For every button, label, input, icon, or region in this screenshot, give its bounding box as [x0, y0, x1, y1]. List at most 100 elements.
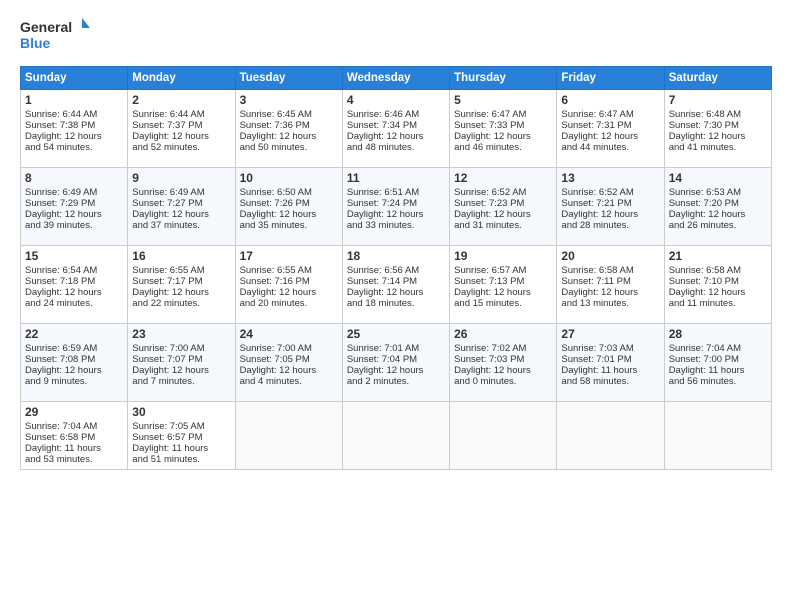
- day-number: 30: [132, 405, 230, 419]
- cell-text: Sunset: 7:01 PM: [561, 354, 631, 365]
- cell-text: Sunrise: 7:00 AM: [132, 343, 204, 354]
- cell-text: Daylight: 12 hours: [347, 287, 424, 298]
- day-number: 21: [669, 249, 767, 263]
- cell-text: Sunset: 7:00 PM: [669, 354, 739, 365]
- table-cell: 19Sunrise: 6:57 AMSunset: 7:13 PMDayligh…: [450, 246, 557, 324]
- cell-text: and 9 minutes.: [25, 376, 87, 387]
- svg-text:Blue: Blue: [20, 35, 51, 51]
- cell-text: Sunset: 7:31 PM: [561, 120, 631, 131]
- cell-text: Daylight: 12 hours: [561, 131, 638, 142]
- table-cell: 28 Sunrise: 7:04 AMSunset: 7:00 PMDayligh…: [664, 324, 771, 402]
- table-cell: 10Sunrise: 6:50 AMSunset: 7:26 PMDayligh…: [235, 168, 342, 246]
- cell-text: Daylight: 12 hours: [240, 365, 317, 376]
- table-cell: [450, 402, 557, 470]
- day-number: 23: [132, 327, 230, 341]
- col-sunday: Sunday: [21, 67, 128, 90]
- table-cell: [557, 402, 664, 470]
- cell-text: Daylight: 11 hours: [561, 365, 637, 376]
- table-cell: 30Sunrise: 7:05 AMSunset: 6:57 PMDayligh…: [128, 402, 235, 470]
- table-cell: 16Sunrise: 6:55 AMSunset: 7:17 PMDayligh…: [128, 246, 235, 324]
- cell-text: Sunset: 6:58 PM: [25, 432, 95, 443]
- calendar-table: Sunday Monday Tuesday Wednesday Thursday…: [20, 66, 772, 470]
- day-number: 13: [561, 171, 659, 185]
- svg-text:General: General: [20, 19, 72, 35]
- calendar-page: General Blue Sunday Monday Tuesday Wedne…: [0, 0, 792, 612]
- table-cell: 22Sunrise: 6:59 AMSunset: 7:08 PMDayligh…: [21, 324, 128, 402]
- cell-text: Sunset: 7:13 PM: [454, 276, 524, 287]
- table-cell: 27Sunrise: 7:03 AMSunset: 7:01 PMDayligh…: [557, 324, 664, 402]
- day-number: 19: [454, 249, 552, 263]
- cell-text: Daylight: 12 hours: [561, 287, 638, 298]
- day-number: 22: [25, 327, 123, 341]
- cell-text: Sunset: 7:10 PM: [669, 276, 739, 287]
- cell-text: Sunrise: 6:44 AM: [25, 109, 97, 120]
- cell-text: Daylight: 12 hours: [561, 209, 638, 220]
- cell-text: Sunset: 7:16 PM: [240, 276, 310, 287]
- table-cell: [342, 402, 449, 470]
- cell-text: Sunset: 7:36 PM: [240, 120, 310, 131]
- table-cell: 4Sunrise: 6:46 AMSunset: 7:34 PMDaylight…: [342, 90, 449, 168]
- cell-text: Sunrise: 7:04 AM: [669, 343, 741, 354]
- day-number: 10: [240, 171, 338, 185]
- day-number: 11: [347, 171, 445, 185]
- cell-text: Daylight: 12 hours: [132, 365, 209, 376]
- cell-text: and 15 minutes.: [454, 298, 522, 309]
- table-cell: 29Sunrise: 7:04 AMSunset: 6:58 PMDayligh…: [21, 402, 128, 470]
- cell-text: and 18 minutes.: [347, 298, 415, 309]
- cell-text: Sunset: 7:04 PM: [347, 354, 417, 365]
- cell-text: Sunrise: 7:05 AM: [132, 421, 204, 432]
- cell-text: Sunrise: 6:59 AM: [25, 343, 97, 354]
- cell-text: Daylight: 12 hours: [454, 131, 531, 142]
- cell-text: Sunset: 7:37 PM: [132, 120, 202, 131]
- cell-text: and 37 minutes.: [132, 220, 200, 231]
- cell-text: and 13 minutes.: [561, 298, 629, 309]
- cell-text: Sunset: 7:21 PM: [561, 198, 631, 209]
- cell-text: Daylight: 11 hours: [132, 443, 208, 454]
- day-number: 12: [454, 171, 552, 185]
- table-cell: 7Sunrise: 6:48 AMSunset: 7:30 PMDaylight…: [664, 90, 771, 168]
- day-number: 6: [561, 93, 659, 107]
- cell-text: Sunrise: 6:44 AM: [132, 109, 204, 120]
- day-number: 1: [25, 93, 123, 107]
- cell-text: Daylight: 11 hours: [669, 365, 745, 376]
- cell-text: Daylight: 12 hours: [347, 209, 424, 220]
- cell-text: Sunset: 7:29 PM: [25, 198, 95, 209]
- cell-text: Daylight: 11 hours: [25, 443, 101, 454]
- table-cell: 2Sunrise: 6:44 AMSunset: 7:37 PMDaylight…: [128, 90, 235, 168]
- cell-text: Daylight: 12 hours: [347, 365, 424, 376]
- day-number: 20: [561, 249, 659, 263]
- cell-text: Daylight: 12 hours: [132, 209, 209, 220]
- cell-text: Sunrise: 7:02 AM: [454, 343, 526, 354]
- cell-text: Daylight: 12 hours: [240, 287, 317, 298]
- day-number: 3: [240, 93, 338, 107]
- cell-text: Sunrise: 6:47 AM: [454, 109, 526, 120]
- day-number: 14: [669, 171, 767, 185]
- table-cell: 1 Sunrise: 6:44 AMSunset: 7:38 PMDaylight…: [21, 90, 128, 168]
- cell-text: Sunset: 7:23 PM: [454, 198, 524, 209]
- day-number: 24: [240, 327, 338, 341]
- cell-text: and 0 minutes.: [454, 376, 516, 387]
- day-number: 16: [132, 249, 230, 263]
- cell-text: Sunrise: 6:52 AM: [561, 187, 633, 198]
- cell-text: Sunrise: 6:49 AM: [25, 187, 97, 198]
- col-wednesday: Wednesday: [342, 67, 449, 90]
- cell-text: Sunrise: 6:50 AM: [240, 187, 312, 198]
- cell-text: Daylight: 12 hours: [25, 131, 102, 142]
- logo: General Blue: [20, 16, 90, 56]
- day-number: 28: [669, 327, 767, 341]
- cell-text: Daylight: 12 hours: [25, 209, 102, 220]
- cell-text: Sunrise: 6:47 AM: [561, 109, 633, 120]
- table-cell: 12Sunrise: 6:52 AMSunset: 7:23 PMDayligh…: [450, 168, 557, 246]
- cell-text: Sunrise: 7:03 AM: [561, 343, 633, 354]
- table-cell: 25Sunrise: 7:01 AMSunset: 7:04 PMDayligh…: [342, 324, 449, 402]
- day-number: 15: [25, 249, 123, 263]
- header: General Blue: [20, 16, 772, 56]
- day-number: 9: [132, 171, 230, 185]
- cell-text: Sunset: 7:38 PM: [25, 120, 95, 131]
- cell-text: Sunset: 7:33 PM: [454, 120, 524, 131]
- cell-text: Sunrise: 6:56 AM: [347, 265, 419, 276]
- cell-text: and 35 minutes.: [240, 220, 308, 231]
- cell-text: Daylight: 12 hours: [669, 209, 746, 220]
- table-cell: 20Sunrise: 6:58 AMSunset: 7:11 PMDayligh…: [557, 246, 664, 324]
- cell-text: Sunrise: 6:53 AM: [669, 187, 741, 198]
